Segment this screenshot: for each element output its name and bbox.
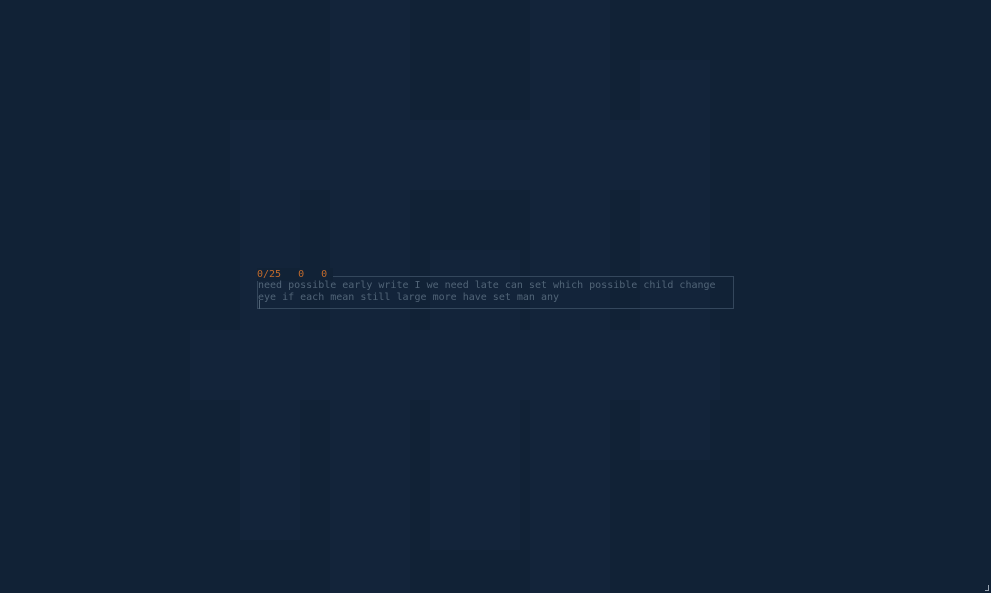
typing-test-screen: 0/25 0 0 need possible early write I we …	[0, 0, 991, 593]
word-line-1: need possible early write I we need late…	[258, 280, 716, 291]
resize-corner-icon	[985, 585, 989, 591]
word-line-2: eye if each mean still large more have s…	[258, 291, 560, 303]
word-prompt[interactable]: need possible early write I we need late…	[258, 280, 728, 303]
text-cursor	[259, 300, 260, 309]
